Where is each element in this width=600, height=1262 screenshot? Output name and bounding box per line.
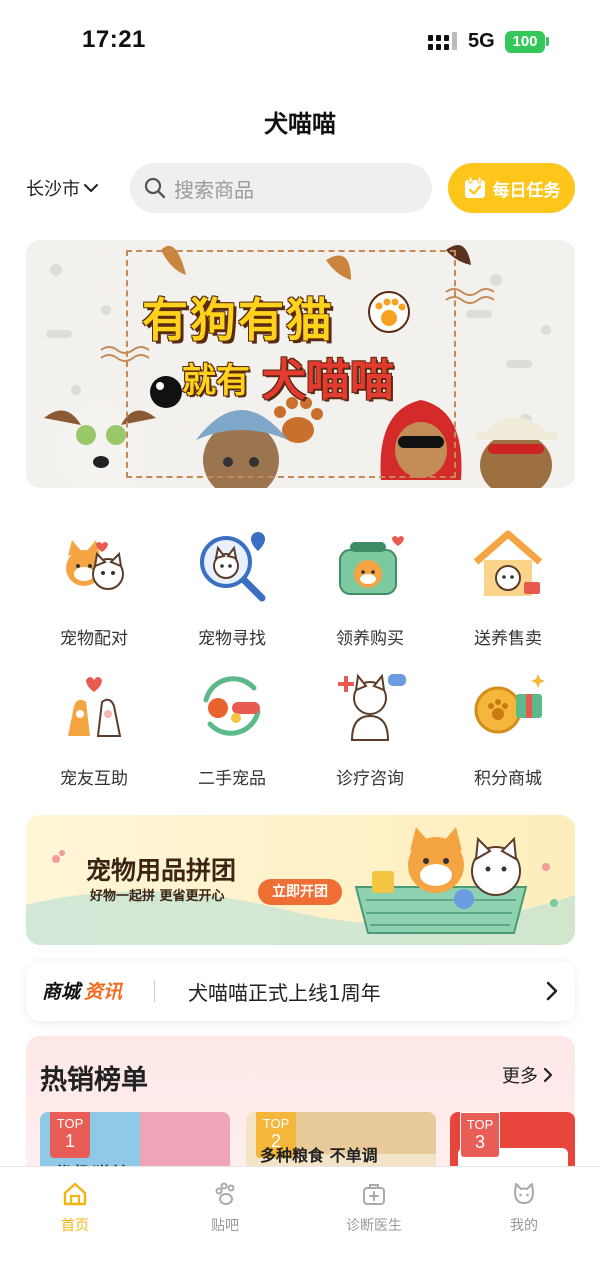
network-label: 5G — [468, 30, 495, 52]
medical-kit-icon — [363, 1184, 385, 1205]
group-buy-title: 宠物用品拼团 — [86, 856, 237, 885]
city-selector[interactable]: 长沙市 — [26, 175, 98, 201]
adopt-buy-icon — [339, 536, 404, 595]
news-tag-info: 资讯 — [84, 981, 123, 1003]
signal-icon — [428, 32, 457, 50]
group-buy-subtitle: 好物一起拼 更省更开心 — [90, 889, 225, 904]
category-label: 诊疗咨询 — [336, 769, 404, 789]
pet-finder-icon — [200, 532, 266, 602]
banner-brand: 犬喵喵 — [262, 355, 394, 406]
status-bar: 17:21 5G 100 — [0, 0, 600, 84]
more-link[interactable]: 更多 — [502, 1062, 554, 1088]
news-ticker[interactable]: 商城 资讯 犬喵喵正式上线1周年 — [26, 961, 575, 1021]
battery-icon: 100 — [505, 31, 545, 53]
tab-label: 诊断医生 — [346, 1218, 402, 1234]
bottom-tab-bar: 首页 贴吧 诊断医生 我的 — [0, 1166, 600, 1262]
rank-badge: TOP 1 — [50, 1112, 90, 1158]
rank-badge: TOP 3 — [460, 1112, 500, 1158]
category-label: 积分商城 — [474, 769, 542, 789]
tab-label: 我的 — [510, 1218, 538, 1234]
status-time: 17:21 — [82, 26, 146, 53]
tab-label: 首页 — [61, 1218, 89, 1234]
mutual-help-icon — [68, 677, 122, 737]
search-placeholder: 搜索商品 — [174, 177, 254, 202]
start-group-button[interactable]: 立即开团 — [258, 879, 342, 905]
category-label: 宠物寻找 — [198, 629, 266, 649]
banner-subline: 就有 — [182, 361, 250, 401]
tab-profile[interactable]: 我的 — [464, 1181, 584, 1235]
category-label: 宠友互助 — [60, 769, 128, 789]
paw-icon — [215, 1182, 235, 1205]
points-mall-icon — [474, 674, 545, 734]
rehome-sell-icon — [473, 530, 543, 596]
second-hand-icon — [203, 676, 261, 736]
category-mutual-help[interactable]: 宠友互助 — [34, 666, 154, 789]
chevron-right-icon[interactable] — [542, 979, 562, 1003]
group-buy-banner[interactable]: 宠物用品拼团 好物一起拼 更省更开心 立即开团 — [26, 815, 575, 945]
news-tag-mall: 商城 — [42, 981, 81, 1003]
category-adopt-buy[interactable]: 领养购买 — [310, 526, 430, 649]
hot-ranking-title: 热销榜单 — [40, 1065, 148, 1096]
home-icon — [63, 1182, 87, 1206]
promo-banner[interactable]: 有狗有猫 就有 犬喵喵 — [26, 240, 575, 488]
category-second-hand[interactable]: 二手宠品 — [172, 666, 292, 789]
tab-label: 贴吧 — [211, 1218, 239, 1234]
tab-forum[interactable]: 贴吧 — [165, 1181, 285, 1235]
calendar-check-icon — [464, 176, 485, 198]
banner-headline: 有狗有猫 — [142, 293, 334, 347]
news-headline[interactable]: 犬喵喵正式上线1周年 — [188, 977, 381, 1006]
vet-consult-icon — [338, 673, 406, 741]
daily-task-label: 每日任务 — [492, 180, 561, 201]
category-label: 二手宠品 — [198, 769, 266, 789]
product-name: 多种粮食 不单调 — [260, 1146, 378, 1165]
page-title: 犬喵喵 — [264, 110, 336, 138]
news-divider — [154, 980, 155, 1002]
pet-pairing-icon — [66, 540, 124, 590]
search-icon — [144, 177, 166, 199]
city-label: 长沙市 — [26, 179, 80, 200]
cat-face-icon — [514, 1183, 534, 1204]
chevron-down-icon — [84, 184, 98, 192]
category-label: 宠物配对 — [60, 629, 128, 649]
category-label: 送养售卖 — [474, 629, 542, 649]
search-input[interactable]: 搜索商品 — [130, 163, 432, 213]
daily-task-button[interactable]: 每日任务 — [448, 163, 575, 213]
category-label: 领养购买 — [336, 629, 404, 649]
category-pet-pairing[interactable]: 宠物配对 — [34, 526, 154, 649]
category-rehome-sell[interactable]: 送养售卖 — [448, 526, 568, 649]
category-vet-consult[interactable]: 诊疗咨询 — [310, 666, 430, 789]
tab-doctor[interactable]: 诊断医生 — [314, 1181, 434, 1235]
chevron-right-icon — [543, 1067, 553, 1083]
category-pet-finder[interactable]: 宠物寻找 — [172, 526, 292, 649]
battery-tip — [546, 37, 549, 46]
tab-home[interactable]: 首页 — [15, 1181, 135, 1235]
category-points-mall[interactable]: 积分商城 — [448, 666, 568, 789]
more-label: 更多 — [502, 1066, 538, 1087]
